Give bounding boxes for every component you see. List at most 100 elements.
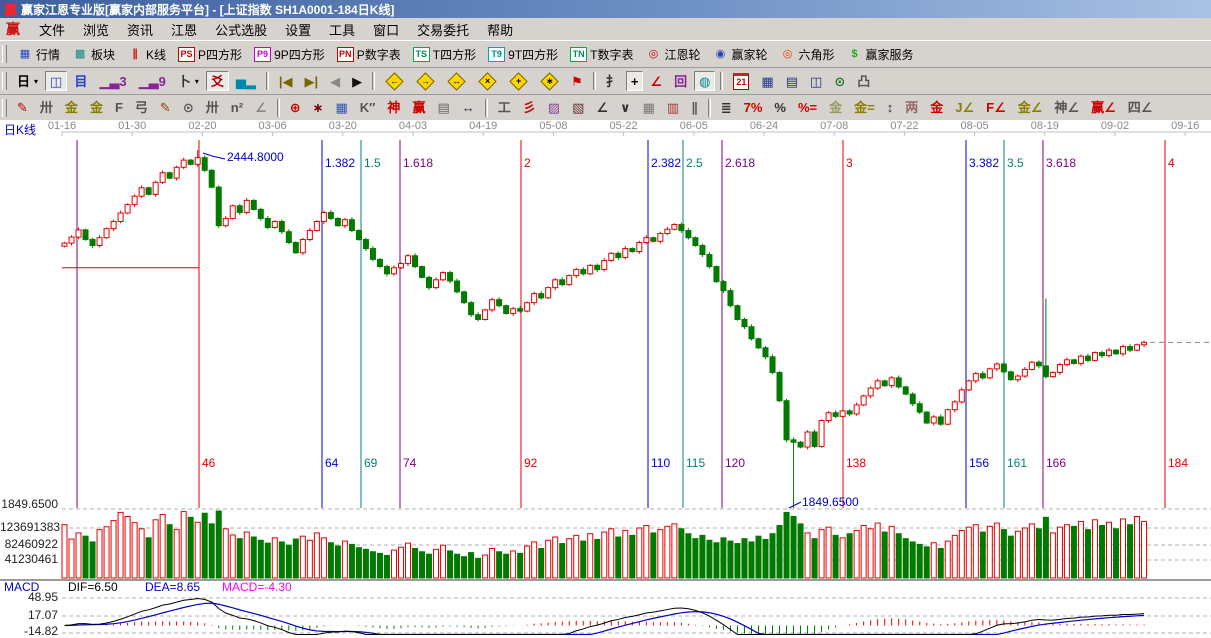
save-button[interactable]: ◫ <box>805 71 827 91</box>
f-angle-tool[interactable]: F∠ <box>981 98 1011 118</box>
minute3-button[interactable]: ▁▃3 <box>94 71 131 91</box>
menu-item-5[interactable]: 设置 <box>276 21 320 40</box>
period-day-dropdown[interactable]: 日▾ <box>12 71 43 91</box>
gann-plus-button[interactable]: + <box>504 71 533 91</box>
nav-last-button[interactable]: ▶| <box>300 71 324 91</box>
world-button[interactable]: ⊙ <box>829 71 850 91</box>
gold-ray-tool[interactable]: 金 <box>925 98 948 118</box>
kline-mark-tool[interactable]: K″ <box>355 98 381 118</box>
ray-box2-tool[interactable]: ▧ <box>567 98 589 118</box>
menu-item-2[interactable]: 资讯 <box>118 21 162 40</box>
kline-chart[interactable]: 01-1601-3002-2003-0603-2004-0304-1905-08… <box>0 120 1211 635</box>
toolbar-grip[interactable] <box>2 45 7 63</box>
gold-line-tool[interactable]: 金= <box>849 98 880 118</box>
width-tool[interactable]: ↔ <box>457 98 480 118</box>
print-button[interactable]: 凸 <box>852 71 875 91</box>
percent-tool[interactable]: % <box>769 98 791 118</box>
t-square-button[interactable]: TST四方形 <box>408 44 481 64</box>
angle-lines-tool[interactable]: ∠ <box>591 98 613 118</box>
toolbar-grip[interactable] <box>2 72 7 90</box>
j-angle-tool[interactable]: J∠ <box>950 98 979 118</box>
clover-button[interactable]: 回 <box>669 71 692 91</box>
percent-line-tool[interactable]: %= <box>793 98 822 118</box>
minute9-button[interactable]: ▁▃9 <box>134 71 171 91</box>
percent7-tool[interactable]: 7% <box>739 98 768 118</box>
v-lines-tool[interactable]: ∨ <box>615 98 636 118</box>
angle-ruler-tool[interactable]: ∠ <box>250 98 272 118</box>
gann-right-button[interactable]: → <box>411 71 440 91</box>
grid-tool[interactable]: ▦ <box>638 98 660 118</box>
star-circle-tool[interactable]: ∗ <box>308 98 329 118</box>
parallel-tool[interactable]: ∥ <box>686 98 703 118</box>
toolbar-grip[interactable] <box>2 99 7 117</box>
p-number-button[interactable]: PNP数字表 <box>332 44 406 64</box>
spiral-tool[interactable]: 弓 <box>130 98 153 118</box>
gold-ratio2-tool[interactable]: 金 <box>85 98 108 118</box>
line-group-tool[interactable]: 卅 <box>201 98 224 118</box>
flag-button[interactable]: ⚑ <box>566 71 588 91</box>
gann-star-button[interactable]: ∗ <box>535 71 564 91</box>
grid-red-tool[interactable]: ▥ <box>662 98 684 118</box>
calculator-button[interactable]: ▦ <box>756 71 778 91</box>
p9-square-button[interactable]: P99P四方形 <box>249 44 330 64</box>
calendar-button[interactable]: 21 <box>728 71 754 91</box>
four-angle-tool[interactable]: 四∠ <box>1123 98 1158 118</box>
shen-angle-tool[interactable]: 神∠ <box>1049 98 1084 118</box>
winner-wheel-button[interactable]: ◉赢家轮 <box>707 44 772 64</box>
gann-cross-button[interactable]: × <box>473 71 502 91</box>
info-panel-button[interactable]: 目 <box>69 71 92 91</box>
quotes-button[interactable]: ▦行情 <box>12 44 65 64</box>
menu-item-1[interactable]: 浏览 <box>74 21 118 40</box>
ray-fan-tool[interactable]: 彡 <box>518 98 541 118</box>
gann-hexpand-button[interactable]: ↔ <box>442 71 471 91</box>
pattern-button[interactable]: 爻 <box>206 71 229 91</box>
fibonacci-tool[interactable]: F <box>110 98 128 118</box>
n2-tool[interactable]: n² <box>226 98 248 118</box>
volume-style-button[interactable]: ▅▂ <box>231 71 261 91</box>
brain-button[interactable]: ◍ <box>694 71 715 91</box>
t9-square-button[interactable]: T99T四方形 <box>483 44 563 64</box>
gold-angle-tool[interactable]: 金∠ <box>1013 98 1048 118</box>
t-number-button[interactable]: TNT数字表 <box>565 44 638 64</box>
pencil-tool[interactable]: ✎ <box>12 98 33 118</box>
menu-item-8[interactable]: 交易委托 <box>408 21 478 40</box>
measure-button[interactable]: ∠ <box>645 71 667 91</box>
notes-button[interactable]: ▤ <box>781 71 803 91</box>
updown-pencil-tool[interactable]: ↕ <box>882 98 899 118</box>
overlay-chart-button[interactable]: ◫ <box>45 71 67 91</box>
gann-circle-tool[interactable]: ⊙ <box>178 98 199 118</box>
price-ladder-tool[interactable]: ≣ <box>716 98 737 118</box>
nav-first-button[interactable]: |◀ <box>274 71 298 91</box>
gold-ratio-tool[interactable]: 金 <box>60 98 83 118</box>
hexagon-button[interactable]: ◎六角形 <box>775 44 840 64</box>
crosshair-button[interactable]: + <box>626 71 644 91</box>
nav-next-button[interactable]: ▶ <box>347 71 367 91</box>
kline-button[interactable]: ∥K线 <box>122 44 171 64</box>
menu-item-4[interactable]: 公式选股 <box>206 21 276 40</box>
gann-wheel-button[interactable]: ◎江恩轮 <box>640 44 705 64</box>
menu-item-3[interactable]: 江恩 <box>162 21 206 40</box>
menu-item-9[interactable]: 帮助 <box>478 21 522 40</box>
brush-line-tool[interactable]: ✎ <box>155 98 176 118</box>
shen-tool[interactable]: 神 <box>382 98 405 118</box>
gann-line-tool[interactable]: 卅 <box>35 98 58 118</box>
nav-prev-button[interactable]: ◀ <box>325 71 345 91</box>
sectors-button[interactable]: ▩板块 <box>67 44 120 64</box>
beam-tool[interactable]: 工 <box>493 98 516 118</box>
ray-box-tool[interactable]: ▨ <box>543 98 565 118</box>
p-square-button[interactable]: PSP四方形 <box>173 44 247 64</box>
gold-circle-tool[interactable]: 金 <box>824 98 847 118</box>
gann-left-button[interactable]: ← <box>380 71 409 91</box>
grid-123-tool[interactable]: ▤ <box>432 98 454 118</box>
hand-tool-button[interactable]: 扌 <box>601 71 624 91</box>
service-button[interactable]: $赢家服务 <box>842 44 919 64</box>
menu-item-6[interactable]: 工具 <box>320 21 364 40</box>
candle-style-dropdown[interactable]: 卜▾ <box>173 71 204 91</box>
grid-net-tool[interactable]: ▦ <box>331 98 353 118</box>
menu-item-0[interactable]: 文件 <box>30 21 74 40</box>
ying-angle-tool[interactable]: 赢∠ <box>1086 98 1121 118</box>
ying-tool[interactable]: 赢 <box>407 98 430 118</box>
target-tool[interactable]: ⊕ <box>285 98 306 118</box>
band-tool[interactable]: 两 <box>900 98 923 118</box>
menu-item-7[interactable]: 窗口 <box>364 21 408 40</box>
